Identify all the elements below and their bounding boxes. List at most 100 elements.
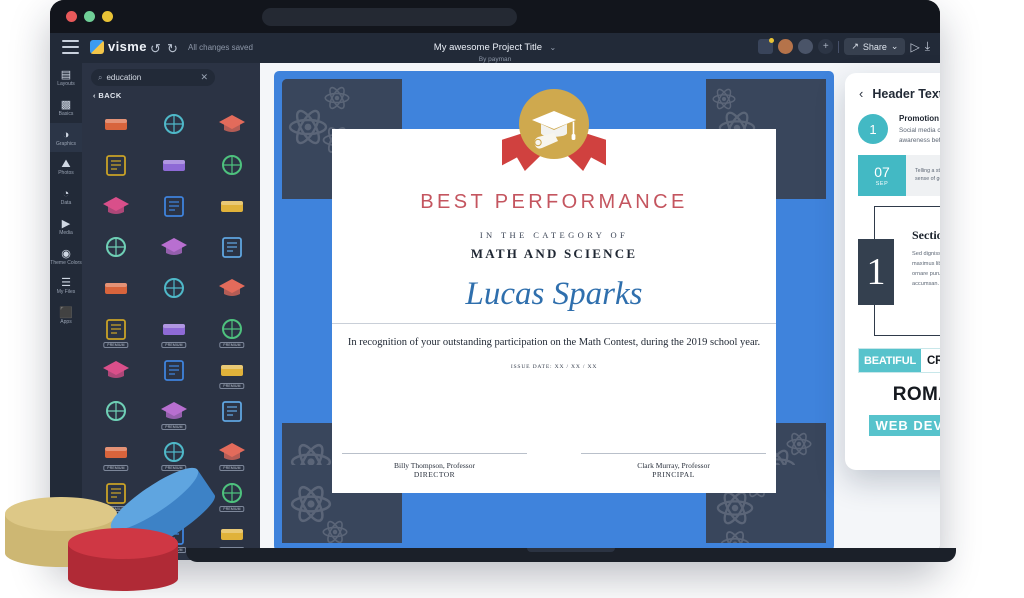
- window-maximize-button[interactable]: [84, 11, 95, 22]
- document-author: By payman: [478, 56, 512, 63]
- date-card[interactable]: 07 SEP Telling a story behind a product …: [858, 155, 940, 197]
- microscope-icon[interactable]: PREMIUM: [204, 351, 260, 389]
- diamond-icon[interactable]: [204, 392, 260, 430]
- visme-logo[interactable]: visme: [90, 39, 147, 54]
- certificate-recipient: Lucas Sparks: [465, 276, 643, 312]
- chart-icon[interactable]: [204, 269, 260, 307]
- avatar[interactable]: [798, 39, 814, 54]
- left-rail: ▤ Layouts ▩ Basics ◑ Graphics ⛰ Photos ◔ Data ▶ Med…: [50, 63, 82, 560]
- header-text-panel[interactable]: ‹ Header Text 1 Promotion Social media c…: [845, 73, 940, 470]
- data-icon: ◔: [62, 188, 70, 200]
- chevron-down-icon[interactable]: ⌄: [549, 43, 556, 52]
- sidebar-item-basics[interactable]: ▩ Basics: [50, 93, 82, 123]
- share-button[interactable]: ↗ Share ⌄: [844, 38, 906, 55]
- window-minimize-button[interactable]: [102, 11, 113, 22]
- abacus-icon[interactable]: PREMIUM: [204, 310, 260, 348]
- notebook-icon[interactable]: [88, 187, 144, 225]
- laptop-icon[interactable]: [146, 228, 202, 266]
- calculator-icon[interactable]: [204, 187, 260, 225]
- search-input[interactable]: ⌕ education ✕: [91, 69, 215, 86]
- promotion-text: Social media can use to increase awarene…: [899, 127, 940, 144]
- present-icon[interactable]: ▷: [910, 40, 919, 54]
- chevron-left-icon[interactable]: ‹: [859, 86, 863, 101]
- graduation-cap-icon[interactable]: [204, 105, 260, 143]
- canvas-area[interactable]: BEST PERFORMANCE IN THE CATEGORY OF MATH…: [260, 63, 940, 560]
- sidebar-item-data[interactable]: ◔ Data: [50, 182, 82, 212]
- divider: [332, 323, 776, 324]
- pen-icon[interactable]: [146, 105, 202, 143]
- graphic-thumb: [217, 399, 247, 424]
- web-developer-badge[interactable]: WEB DEVELOPER: [869, 415, 940, 437]
- trophy-icon[interactable]: PREMIUM: [146, 392, 202, 430]
- textbook-icon[interactable]: PREMIUM: [146, 310, 202, 348]
- address-bar[interactable]: [262, 8, 517, 26]
- certificate-issue-date: ISSUE DATE: XX / XX / XX: [510, 364, 598, 371]
- red-cylinder: [68, 528, 178, 598]
- paper-sheet-icon[interactable]: [88, 392, 144, 430]
- sidebar-item-photos[interactable]: ⛰ Photos: [50, 152, 82, 182]
- romanie-title[interactable]: ROMANIE: [845, 384, 940, 406]
- globe-grid-icon[interactable]: PREMIUM: [88, 433, 144, 471]
- window-titlebar: [50, 0, 940, 33]
- editor-toolbar: visme ↺ ↻ All changes saved My awesome P…: [50, 33, 940, 63]
- toolbar-actions: + ↗ Share ⌄ ▷ ⤓: [758, 38, 930, 55]
- marker-icon[interactable]: [146, 351, 202, 389]
- ruler-icon[interactable]: [88, 105, 144, 143]
- sidebar-item-layouts[interactable]: ▤ Layouts: [50, 63, 82, 93]
- share-label: Share: [862, 41, 887, 52]
- sidebar-item-apps[interactable]: ⬛ Apps: [50, 301, 82, 331]
- graphic-thumb: [217, 358, 247, 383]
- pencil-icon[interactable]: [88, 146, 144, 184]
- books-stack-icon[interactable]: [204, 146, 260, 184]
- open-book-icon[interactable]: PREMIUM: [88, 310, 144, 348]
- paintbrush-icon[interactable]: [88, 269, 144, 307]
- certificate-icon[interactable]: [146, 269, 202, 307]
- close-icon[interactable]: ✕: [200, 72, 208, 83]
- sidebar-item-label: Apps: [60, 319, 72, 325]
- graphic-thumb: [159, 194, 189, 219]
- sidebar-item-media[interactable]: ▶ Media: [50, 212, 82, 242]
- atom-icon: [786, 431, 812, 462]
- signature-line: [581, 453, 766, 454]
- graphics-icon: ◑: [62, 128, 70, 141]
- undo-icon[interactable]: ↺: [150, 41, 161, 57]
- certificate-slide[interactable]: BEST PERFORMANCE IN THE CATEGORY OF MATH…: [274, 71, 834, 551]
- sidebar-item-theme-colors[interactable]: ◉ Theme Colors: [50, 242, 82, 272]
- sidebar-item-my-files[interactable]: ☰ My Files: [50, 271, 82, 301]
- money-icon[interactable]: [88, 228, 144, 266]
- brain-icon[interactable]: [204, 228, 260, 266]
- fountain-pen-icon[interactable]: [146, 146, 202, 184]
- logo-left-word: BEATIFUL: [859, 349, 921, 373]
- hamburger-icon[interactable]: [62, 40, 79, 56]
- redo-icon[interactable]: ↻: [167, 41, 178, 57]
- graphic-thumb: [217, 522, 247, 547]
- logo-card[interactable]: BEATIFUL CREATIVE: [858, 348, 940, 374]
- glasses-icon[interactable]: [146, 187, 202, 225]
- document-title[interactable]: My awesome Project Title: [434, 42, 542, 53]
- tweezers-icon[interactable]: [88, 351, 144, 389]
- comments-icon[interactable]: [758, 38, 775, 54]
- premium-badge: PREMIUM: [161, 424, 187, 430]
- date-month: SEP: [875, 180, 889, 187]
- atom-icon: [324, 85, 350, 116]
- certificate-award-title: BEST PERFORMANCE: [420, 191, 688, 213]
- layouts-icon: ▤: [60, 69, 72, 81]
- window-close-button[interactable]: [66, 11, 77, 22]
- avatar[interactable]: [778, 39, 794, 54]
- premium-badge: PREMIUM: [103, 342, 129, 348]
- sidebar-item-graphics[interactable]: ◑ Graphics: [50, 122, 82, 153]
- certificate-body: BEST PERFORMANCE IN THE CATEGORY OF MATH…: [332, 191, 776, 370]
- my-files-icon: ☰: [61, 277, 71, 290]
- graphic-thumb: [217, 235, 247, 260]
- back-button[interactable]: ‹ BACK: [93, 91, 122, 100]
- section-text: Sed dignissim elementum quam, vel maximu…: [912, 251, 940, 287]
- graphic-thumb: [217, 276, 247, 301]
- graphic-thumb: [217, 481, 247, 506]
- premium-badge: PREMIUM: [103, 465, 129, 471]
- add-collaborator-button[interactable]: +: [818, 39, 834, 54]
- download-icon[interactable]: ⤓: [925, 39, 930, 54]
- section-card[interactable]: 1 Section Sed dignissim elementum quam, …: [858, 206, 940, 337]
- date-card-text: Telling a story behind a product gives a…: [906, 155, 940, 197]
- university-icon[interactable]: PREMIUM: [204, 433, 260, 471]
- promotion-card[interactable]: 1 Promotion Social media can use to incr…: [858, 110, 940, 145]
